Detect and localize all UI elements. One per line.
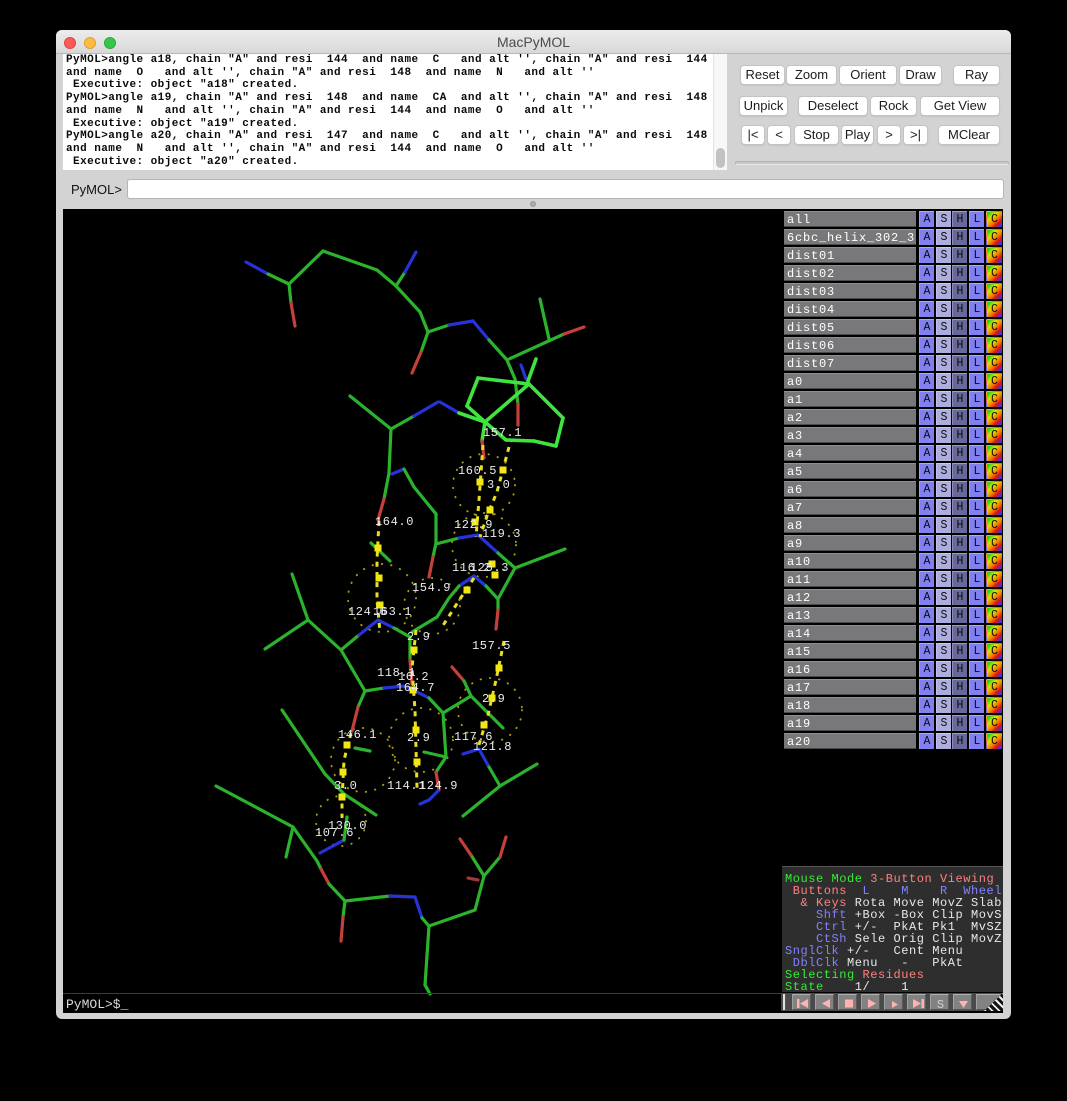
svg-text:3.0: 3.0 <box>487 478 510 492</box>
svg-text:3.0: 3.0 <box>334 779 357 793</box>
svg-text:146.1: 146.1 <box>338 728 377 742</box>
svg-text:S: S <box>937 998 944 1012</box>
svg-text:157.5: 157.5 <box>472 639 511 653</box>
svg-text:2.9: 2.9 <box>407 630 430 644</box>
svg-text:121.8: 121.8 <box>473 740 512 754</box>
svg-text:163.1: 163.1 <box>373 605 412 619</box>
svg-text:157.1: 157.1 <box>483 426 522 440</box>
svg-text:2.9: 2.9 <box>407 731 430 745</box>
svg-text:164.7: 164.7 <box>396 681 435 695</box>
svg-text:119.3: 119.3 <box>482 527 521 541</box>
svg-text:164.0: 164.0 <box>375 515 414 529</box>
svg-text:2.9: 2.9 <box>482 692 505 706</box>
svg-text:125.3: 125.3 <box>470 561 509 575</box>
svg-text:107.6: 107.6 <box>315 826 354 840</box>
svg-text:160.5: 160.5 <box>458 464 497 478</box>
svg-text:154.9: 154.9 <box>412 581 451 595</box>
svg-text:124.9: 124.9 <box>419 779 458 793</box>
